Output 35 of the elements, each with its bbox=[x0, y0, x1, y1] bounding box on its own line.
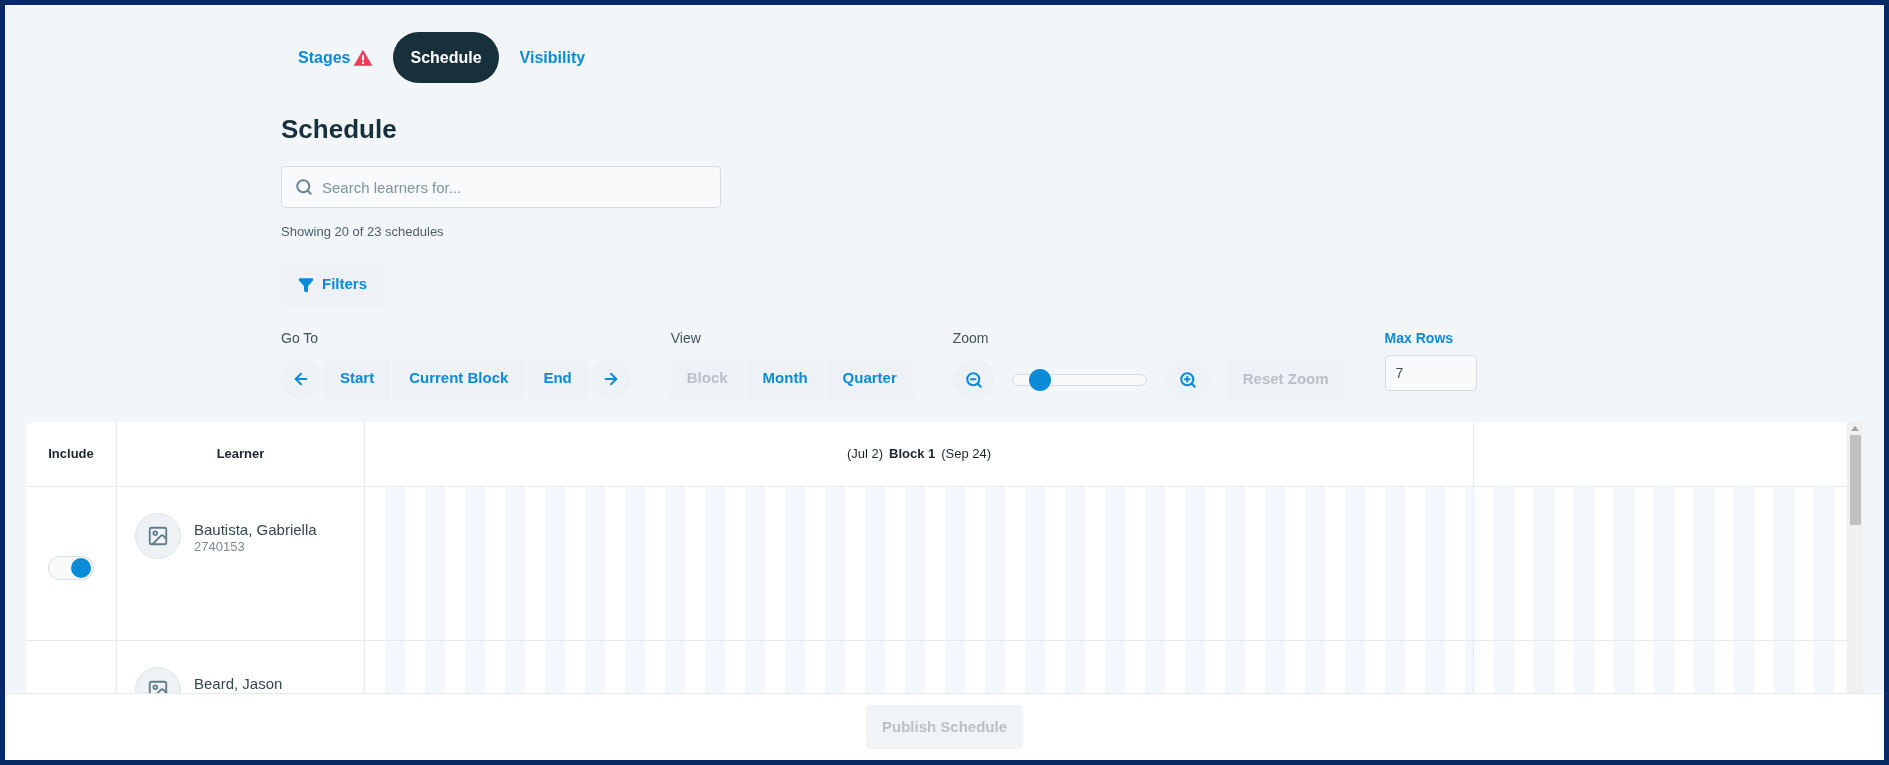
go-to-button[interactable]: Current Block bbox=[393, 358, 525, 399]
view-button[interactable]: Quarter bbox=[826, 358, 913, 399]
filter-icon bbox=[298, 276, 314, 293]
zoom-in-icon bbox=[1178, 370, 1197, 389]
block-end-date: (Sep 24) bbox=[941, 444, 992, 463]
group-label: View bbox=[670, 328, 702, 348]
learner-name: Beard, Jason bbox=[194, 674, 283, 693]
tab[interactable]: Visibility bbox=[502, 32, 603, 83]
go-to-button[interactable]: Start bbox=[324, 358, 391, 399]
column-header: Include bbox=[26, 421, 117, 486]
previous-button[interactable] bbox=[281, 358, 321, 399]
zoom-slider[interactable] bbox=[1011, 368, 1147, 391]
block-name: Block 1 bbox=[889, 444, 936, 463]
filters-button[interactable]: Filters bbox=[281, 263, 384, 306]
max-rows-label: Max Rows bbox=[1384, 328, 1455, 348]
go-to-button[interactable]: End bbox=[527, 358, 588, 399]
slider-thumb[interactable] bbox=[1028, 368, 1051, 391]
group-label: Zoom bbox=[952, 328, 990, 348]
include-toggle[interactable] bbox=[48, 556, 94, 580]
search-icon bbox=[295, 178, 313, 196]
learner-name: Bautista, Gabriella bbox=[194, 520, 317, 540]
block-start-date: (Jul 2) bbox=[846, 444, 883, 463]
view-button[interactable]: Month bbox=[746, 358, 824, 399]
column-header: Learner bbox=[117, 421, 365, 486]
group-label: Go To bbox=[281, 328, 320, 348]
learner-id: 2740153 bbox=[194, 539, 246, 556]
next-button[interactable] bbox=[590, 358, 631, 399]
result-count: Showing 20 of 23 schedules bbox=[281, 223, 445, 241]
page-heading: Schedule bbox=[281, 116, 398, 142]
tab[interactable]: Stages bbox=[281, 32, 390, 83]
max-rows-field[interactable]: 7 bbox=[1384, 354, 1477, 391]
image-icon bbox=[147, 524, 169, 547]
tab[interactable]: Schedule bbox=[393, 32, 499, 83]
zoom-out-icon bbox=[964, 370, 983, 389]
search-field[interactable]: Search learners for... bbox=[281, 166, 721, 208]
